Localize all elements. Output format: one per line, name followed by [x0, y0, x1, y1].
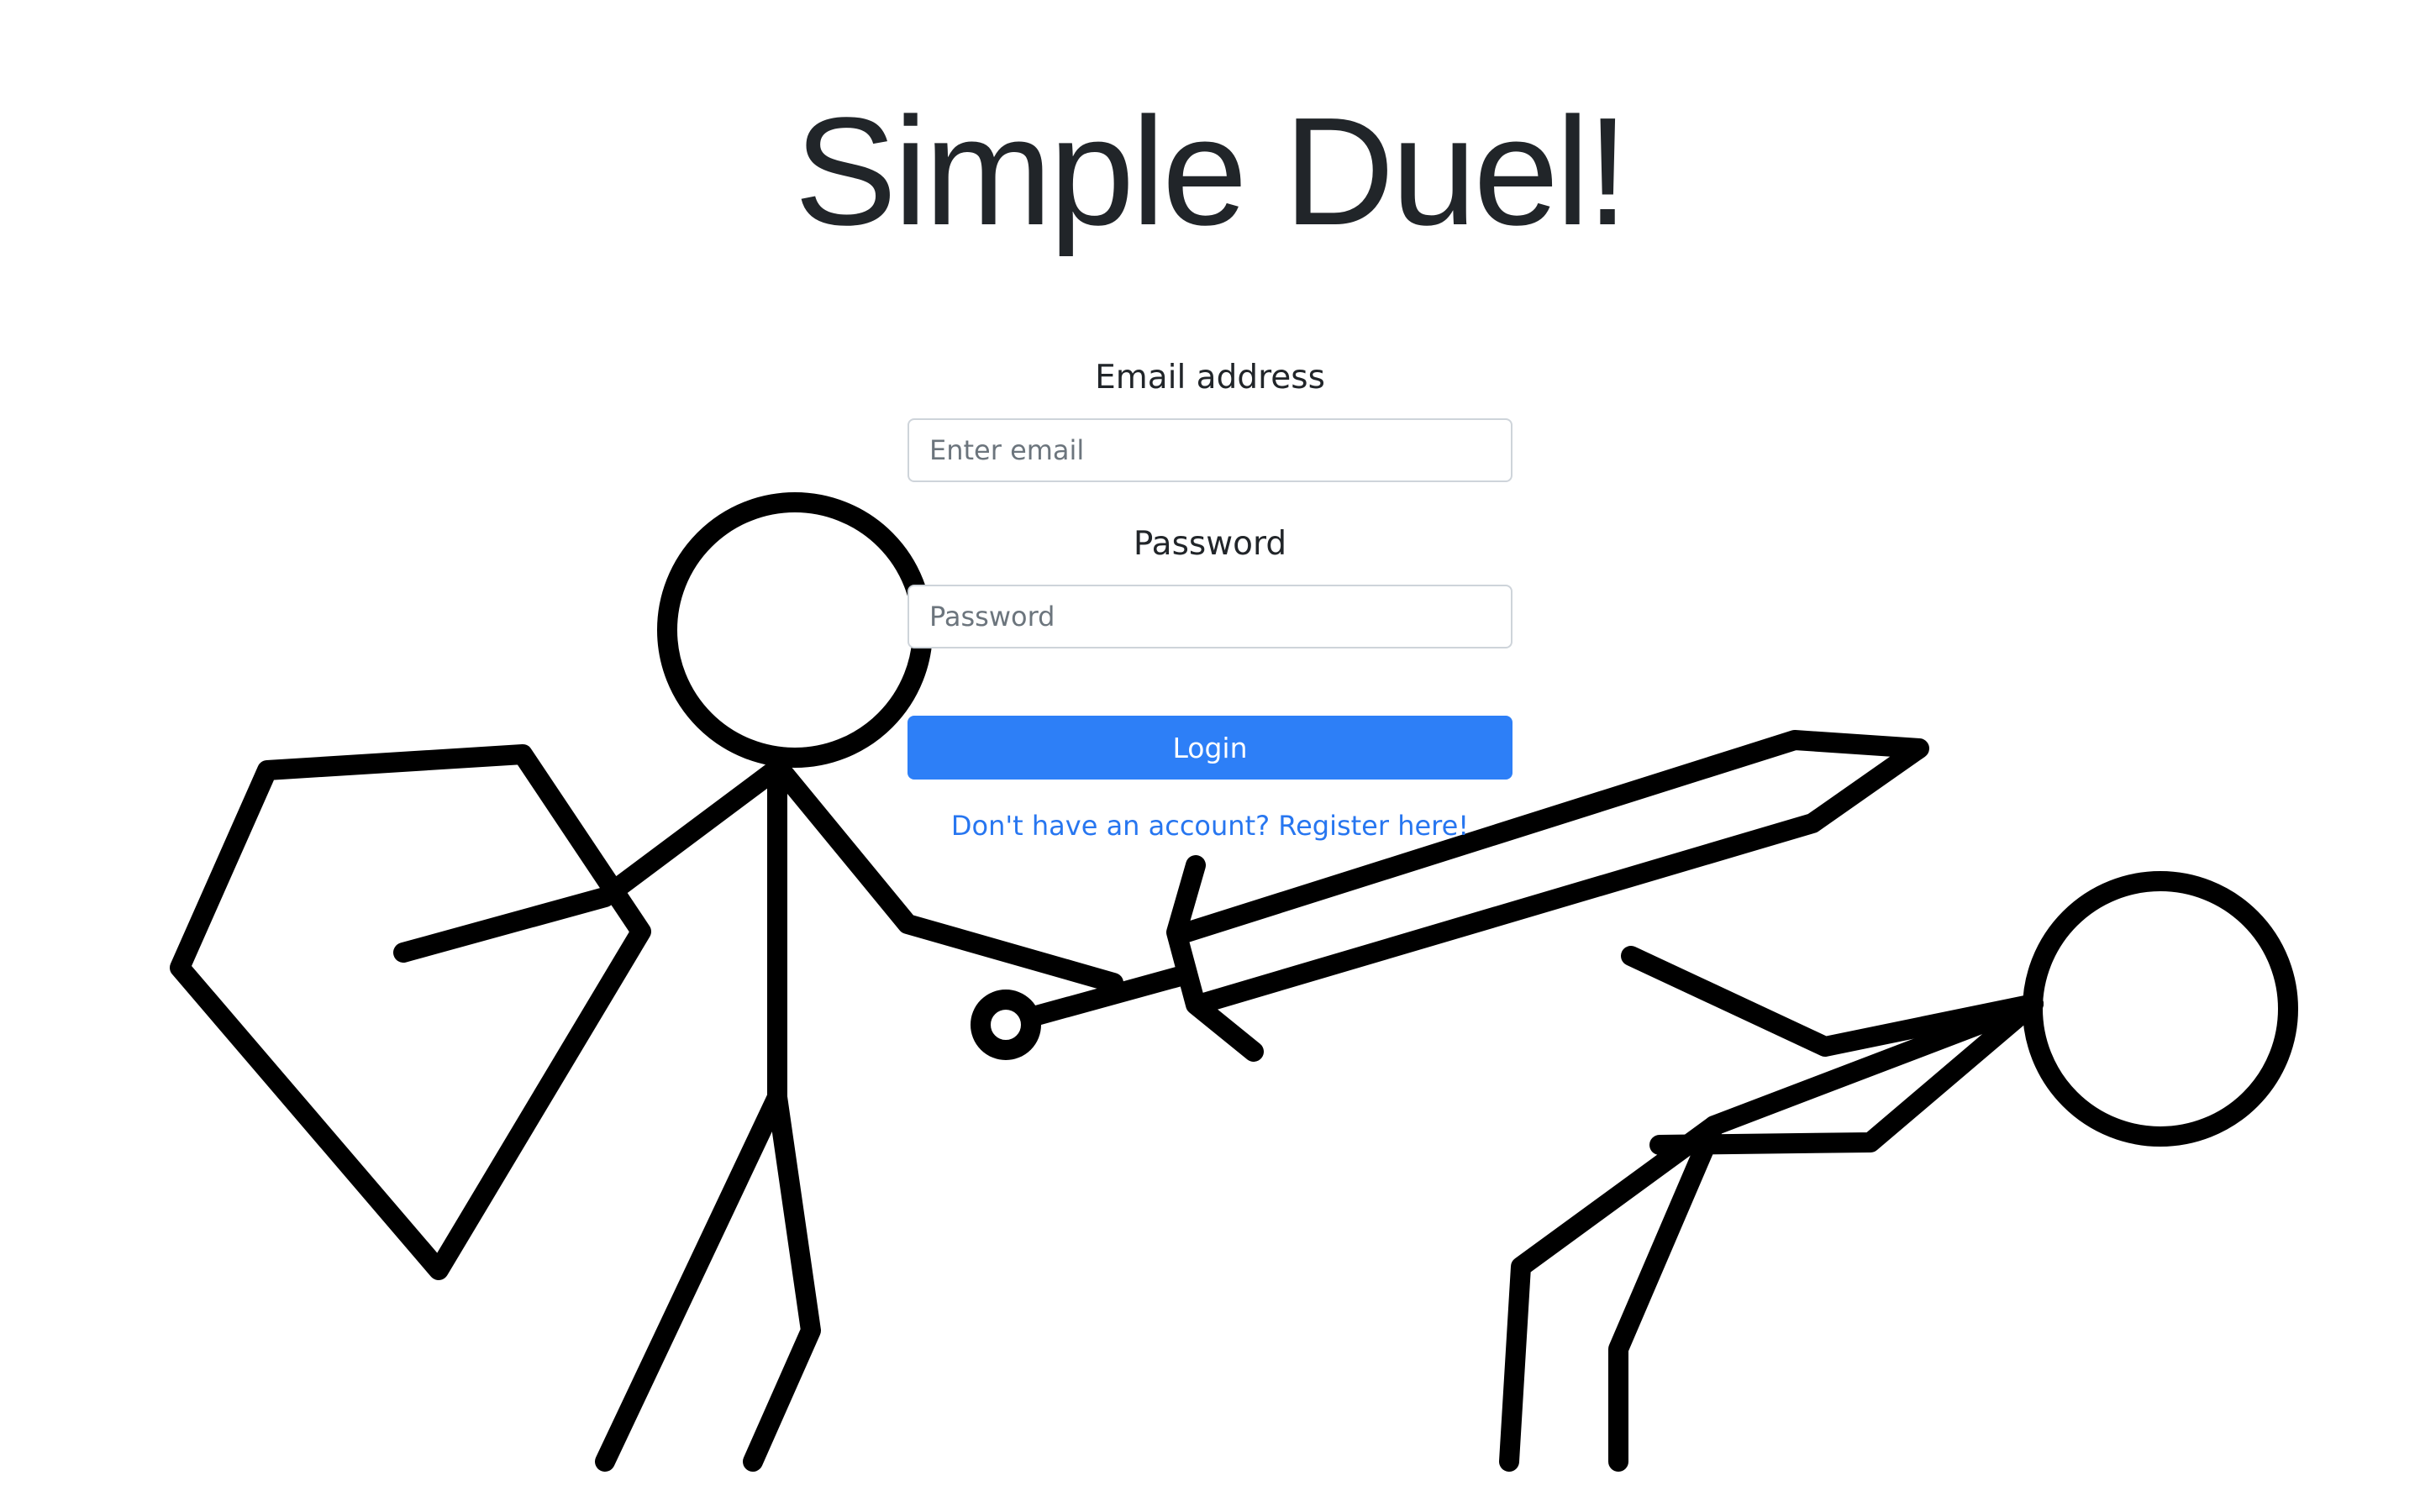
password-label: Password	[1133, 525, 1287, 563]
sword-pommel	[971, 990, 1041, 1060]
email-field[interactable]	[908, 418, 1512, 482]
register-link[interactable]: Don't have an account? Register here!	[908, 810, 1512, 842]
swordsman-head	[657, 492, 933, 768]
email-label: Email address	[1095, 359, 1325, 396]
swordsman-left-leg	[595, 1087, 787, 1472]
stick-figure-defeated	[1499, 871, 2298, 1472]
password-field[interactable]	[908, 585, 1512, 648]
defeated-head	[2023, 871, 2298, 1147]
sword-crossguard	[1166, 855, 1264, 1062]
page-title: Simple Duel!	[794, 85, 1628, 257]
shield-icon	[170, 744, 651, 1280]
login-button[interactable]: Login	[908, 716, 1512, 780]
login-form: Email address Password Login Don't have …	[908, 353, 1512, 842]
page: Simple Duel! Email address Password Logi…	[0, 0, 2420, 1512]
